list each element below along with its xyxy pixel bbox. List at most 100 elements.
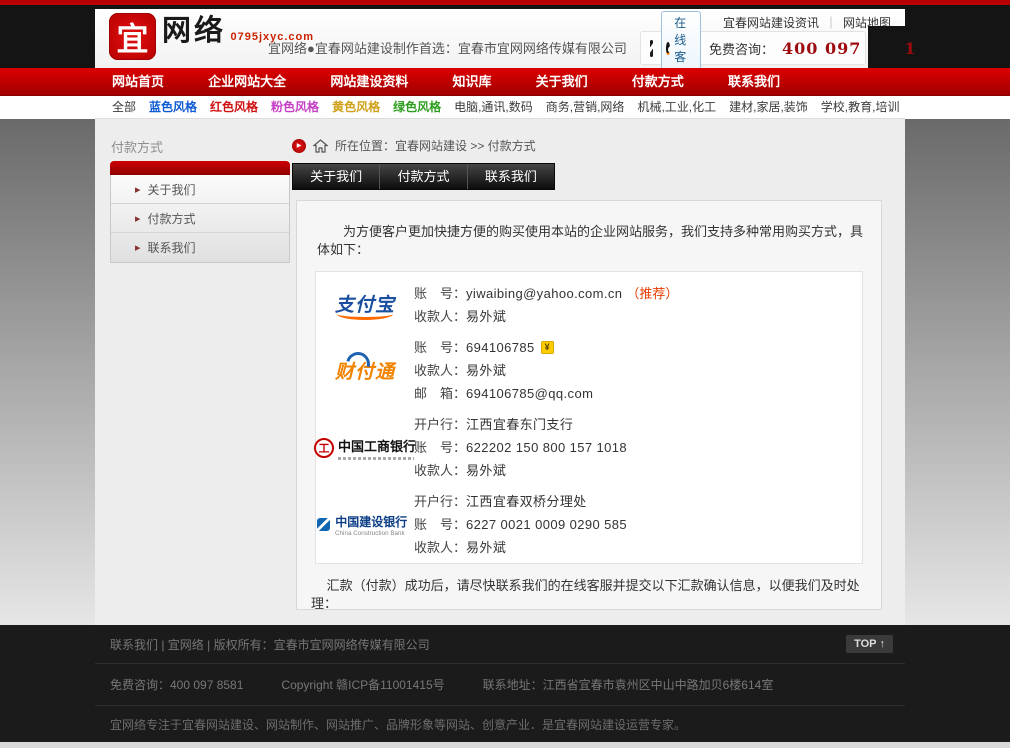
subnav-item-blue[interactable]: 蓝色风格	[149, 96, 197, 118]
content-panel: 为方便客户更加快捷方便的购买使用本站的企业网站服务，我们支持多种常用购买方式，具…	[296, 200, 882, 610]
back-to-top-button[interactable]: TOP ↑	[846, 635, 893, 653]
sidebar-title: 付款方式	[111, 137, 163, 156]
alipay-logo-text: 支付宝	[335, 290, 395, 317]
nav-item-knowledge[interactable]: 知识库	[452, 68, 491, 96]
subnav-item-all[interactable]: 全部	[112, 96, 136, 118]
ccb-english-text: China Construction Bank	[335, 530, 405, 536]
subnav-item-building[interactable]: 建材,家居,装饰	[729, 96, 808, 118]
footer-row-info: 免费咨询：400 097 8581 Copyright 赣ICP备1100141…	[95, 663, 905, 705]
line-value: 694106785	[466, 336, 535, 359]
consult-box: 在线客服 免费咨询： 400 097 8581	[640, 31, 866, 65]
payment-line: 收款人： 易外斌	[414, 536, 862, 559]
arrow-right-icon: ▸	[135, 183, 141, 196]
subnav-item-industry[interactable]: 机械,工业,化工	[637, 96, 716, 118]
qq-penguin-icon	[666, 42, 670, 55]
line-label: 账 号：	[414, 336, 466, 359]
nav-item-about[interactable]: 关于我们	[536, 68, 588, 96]
tagline: 宜网络●宜春网站建设制作首选：宜春市宜网网络传媒有限公司	[268, 38, 627, 57]
line-label: 收款人：	[414, 305, 466, 328]
intro-text: 为方便客户更加快捷方便的购买使用本站的企业网站服务，我们支持多种常用购买方式，具…	[317, 223, 863, 259]
tenpay-logo: 财付通	[316, 357, 414, 384]
subnav-item-education[interactable]: 学校,教育,培训	[821, 96, 900, 118]
breadcrumb: ▶ 所在位置：宜春网站建设 >> 付款方式	[292, 137, 536, 154]
payment-lines: 开户行： 江西宜春东门支行 账 号： 622202 150 800 157 10…	[414, 409, 862, 486]
ccb-mark-icon	[317, 518, 330, 531]
header-notch	[868, 26, 905, 68]
subnav-item-pink[interactable]: 粉色风格	[271, 96, 319, 118]
main-area: 付款方式 ▸ 关于我们 ▸ 付款方式 ▸ 联系我们 ▶ 所在位置	[0, 119, 1010, 625]
tab-contact[interactable]: 联系我们	[468, 164, 554, 189]
play-glyph: ▶	[297, 142, 302, 149]
header-panel: 宜 网络 0795jxyc.com 宜网络●宜春网站建设制作首选：宜春市宜网网络…	[95, 9, 905, 68]
payment-line: 收款人： 易外斌	[414, 305, 862, 328]
subnav-item-red[interactable]: 红色风格	[210, 96, 258, 118]
line-value: 易外斌	[466, 459, 506, 482]
logo-seal-char: 宜	[116, 14, 148, 60]
sidebar-red-bar	[110, 161, 290, 175]
footer-bottom-strip	[0, 742, 1010, 748]
top-links: 宜春网站建设资讯｜网站地图	[723, 14, 891, 31]
tab-strip: 关于我们 付款方式 联系我们	[292, 163, 555, 190]
subnav: 全部 蓝色风格 红色风格 粉色风格 黄色风格 绿色风格 电脑,通讯,数码 商务,…	[95, 96, 905, 119]
line-label: 开户行：	[414, 413, 466, 436]
payment-line: 收款人： 易外斌	[414, 359, 862, 382]
news-link[interactable]: 宜春网站建设资讯	[723, 16, 819, 30]
penguin-belly	[668, 46, 675, 53]
up-arrow-icon: ↑	[880, 638, 886, 650]
line-value: 694106785@qq.com	[466, 382, 593, 405]
subnav-item-green[interactable]: 绿色风格	[393, 96, 441, 118]
nav-item-payment[interactable]: 付款方式	[632, 68, 684, 96]
subnav-item-business[interactable]: 商务,营销,网络	[546, 96, 625, 118]
page: 宜 网络 0795jxyc.com 宜网络●宜春网站建设制作首选：宜春市宜网网络…	[0, 0, 1010, 748]
copyright-line: 联系我们 | 宜网络 | 版权所有：宜春市宜网网络传媒有限公司	[110, 636, 430, 653]
arrow-right-icon: ▸	[135, 212, 141, 225]
footer-slogan: 宜网络专注于宜春网站建设、网站制作、网站推广、品牌形象等网站、创意产业．是宜春网…	[110, 716, 686, 733]
line-label: 账 号：	[414, 282, 466, 305]
subnav-item-digital[interactable]: 电脑,通讯,数码	[454, 96, 533, 118]
share-icon[interactable]	[650, 40, 653, 57]
sidebar-item-contact[interactable]: ▸ 联系我们	[111, 233, 289, 262]
payment-row-tenpay: 财付通 账 号： 694106785 ¥ 收款人： 易外斌	[316, 332, 862, 409]
nav-item-contact[interactable]: 联系我们	[728, 68, 780, 96]
nav-item-resources[interactable]: 网站建设资料	[330, 68, 408, 96]
line-value: yiwaibing@yahoo.com.cn	[466, 282, 622, 305]
consult-label: 免费咨询：	[709, 39, 774, 58]
ccb-logo-text: 中国建设银行	[335, 513, 412, 530]
sidebar-item-about[interactable]: ▸ 关于我们	[111, 175, 289, 204]
payment-row-ccb: 中国建设银行 China Construction Bank 开户行： 江西宜春…	[316, 486, 862, 563]
payment-line: 邮 箱： 694106785@qq.com	[414, 382, 862, 405]
footer-address: 联系地址：江西省宜春市袁州区中山中路加贝6楼614室	[483, 676, 774, 693]
line-value: 622202 150 800 157 1018	[466, 436, 627, 459]
nav-item-sites[interactable]: 企业网站大全	[208, 68, 286, 96]
recommend-badge: （推荐）	[626, 282, 678, 305]
payment-lines: 开户行： 江西宜春双桥分理处 账 号： 6227 0021 0009 0290 …	[414, 486, 862, 563]
line-label: 账 号：	[414, 513, 466, 536]
sidebar-item-label: 关于我们	[148, 181, 196, 198]
line-label: 邮 箱：	[414, 382, 466, 405]
line-value: 易外斌	[466, 359, 506, 382]
tab-payment[interactable]: 付款方式	[380, 164, 467, 189]
sidebar-item-label: 付款方式	[148, 210, 196, 227]
payment-line: 账 号： 694106785 ¥	[414, 336, 862, 359]
line-value: 易外斌	[466, 305, 506, 328]
payment-line: 开户行： 江西宜春双桥分理处	[414, 490, 862, 513]
note-text: 汇款（付款）成功后，请尽快联系我们的在线客服并提交以下汇款确认信息，以便我们及时…	[311, 577, 871, 610]
breadcrumb-text: 所在位置：宜春网站建设 >> 付款方式	[335, 137, 536, 154]
red-play-icon: ▶	[292, 139, 306, 153]
footer-row-copyright: 联系我们 | 宜网络 | 版权所有：宜春市宜网网络传媒有限公司 TOP ↑	[95, 625, 905, 663]
tab-about[interactable]: 关于我们	[293, 164, 380, 189]
content-surface: 付款方式 ▸ 关于我们 ▸ 付款方式 ▸ 联系我们 ▶ 所在位置	[95, 119, 905, 625]
link-separator: ｜	[825, 16, 837, 30]
subnav-item-yellow[interactable]: 黄色风格	[332, 96, 380, 118]
line-label: 开户行：	[414, 490, 466, 513]
line-value: 江西宜春东门支行	[466, 413, 573, 436]
payment-row-alipay: 支付宝 账 号： yiwaibing@yahoo.com.cn （推荐） 收款人…	[316, 272, 862, 332]
footer: 联系我们 | 宜网络 | 版权所有：宜春市宜网网络传媒有限公司 TOP ↑ 免费…	[0, 625, 1010, 748]
nav-item-home[interactable]: 网站首页	[112, 68, 164, 96]
ccb-name-block: 中国建设银行 China Construction Bank	[335, 513, 412, 537]
sidebar-item-payment[interactable]: ▸ 付款方式	[111, 204, 289, 233]
icbc-name-block: 中国工商银行	[338, 436, 416, 460]
qq-coin-icon: ¥	[541, 341, 554, 354]
line-value: 6227 0021 0009 0290 585	[466, 513, 627, 536]
arrow-right-icon: ▸	[135, 241, 141, 254]
